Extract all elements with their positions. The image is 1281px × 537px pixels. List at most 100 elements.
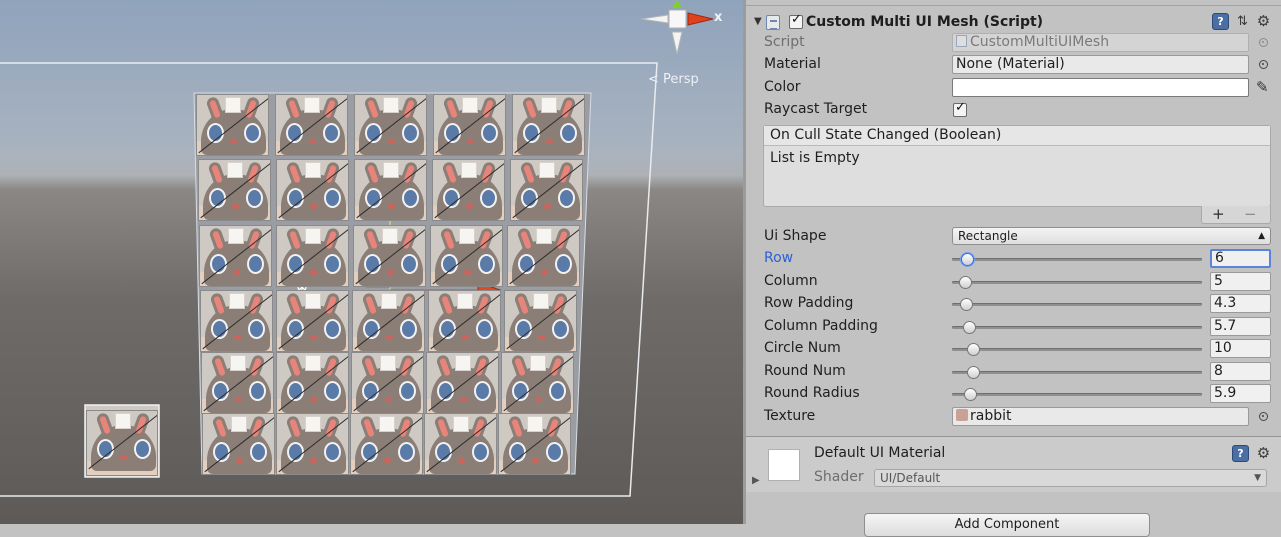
rabbit-tooth	[457, 293, 473, 309]
rabbit-tile[interactable]	[196, 94, 269, 156]
texture-field[interactable]: rabbit	[952, 407, 1249, 426]
rabbit-tile[interactable]	[353, 225, 426, 287]
rabbit-tile[interactable]	[432, 159, 505, 221]
material-help-icon[interactable]: ?	[1232, 445, 1249, 462]
slider-thumb[interactable]	[959, 276, 972, 289]
rabbit-tile[interactable]	[201, 352, 274, 414]
raycast-checkbox[interactable]: ✓	[953, 100, 967, 117]
event-empty-text: List is Empty	[770, 150, 860, 166]
rabbit-tile[interactable]	[198, 159, 271, 221]
rabbit-tile[interactable]	[350, 413, 423, 475]
rabbit-tile[interactable]	[433, 94, 506, 156]
color-label: Color	[764, 79, 801, 95]
slider-track[interactable]	[952, 303, 1202, 306]
rabbit-nose	[464, 270, 471, 275]
rabbit-tile[interactable]	[200, 290, 273, 352]
rabbit-tooth	[530, 355, 546, 371]
slider-value-field[interactable]: 10	[1210, 339, 1271, 358]
rabbit-nose	[538, 335, 545, 340]
ui-shape-dropdown[interactable]: Rectangle ▲	[952, 227, 1271, 245]
rabbit-tile[interactable]	[512, 94, 585, 156]
event-header: On Cull State Changed (Boolean)	[764, 126, 1270, 146]
rabbit-ear-left	[211, 414, 231, 442]
rabbit-nose	[236, 458, 243, 463]
add-event-button[interactable]: +	[1212, 205, 1225, 223]
rabbit-tile[interactable]	[276, 225, 349, 287]
help-icon[interactable]: ?	[1212, 13, 1229, 30]
rabbit-tile[interactable]	[276, 352, 349, 414]
rabbit-ear-right	[321, 291, 341, 319]
add-component-button[interactable]: Add Component	[864, 513, 1150, 537]
preset-icon[interactable]: ⇅	[1234, 13, 1251, 30]
rabbit-tile[interactable]	[351, 352, 424, 414]
slider-thumb[interactable]	[964, 388, 977, 401]
slider-track[interactable]	[952, 281, 1202, 284]
rabbit-tile[interactable]	[276, 290, 349, 352]
rabbit-ear-right	[557, 95, 577, 123]
rabbit-tile[interactable]	[202, 413, 275, 475]
rabbit-tile[interactable]	[507, 225, 580, 287]
slider-value-field[interactable]: 5.7	[1210, 317, 1271, 336]
rabbit-eye-right	[478, 254, 495, 274]
eyedropper-icon[interactable]: ✎	[1256, 78, 1269, 96]
rabbit-tile[interactable]	[430, 225, 503, 287]
shader-dropdown[interactable]: UI/Default ▼	[874, 469, 1267, 487]
rabbit-eye-right	[244, 123, 261, 143]
rabbit-tile[interactable]	[276, 413, 349, 475]
slider-thumb[interactable]	[960, 298, 973, 311]
rabbit-eye-right	[400, 319, 417, 339]
rabbit-eye-right	[134, 439, 151, 459]
rabbit-tile[interactable]	[428, 290, 501, 352]
slider-value-field[interactable]: 6	[1210, 249, 1271, 268]
rabbit-tile[interactable]	[504, 290, 577, 352]
material-field[interactable]: None (Material)	[952, 55, 1249, 74]
foldout-arrow-icon[interactable]: ▼	[754, 16, 762, 27]
rabbit-tile[interactable]	[275, 94, 348, 156]
rabbit-tile[interactable]	[510, 159, 583, 221]
remove-event-button[interactable]: −	[1244, 205, 1257, 223]
rabbit-tile[interactable]	[199, 225, 272, 287]
rabbit-ear-left	[285, 414, 305, 442]
slider-track[interactable]	[952, 326, 1202, 329]
material-foldout-icon[interactable]: ▶	[752, 475, 760, 486]
material-gear-icon[interactable]: ⚙	[1255, 445, 1272, 462]
slider-thumb[interactable]	[967, 343, 980, 356]
previous-component-edge	[746, 0, 1281, 6]
rabbit-tooth	[459, 228, 475, 244]
rabbit-ear-left	[205, 95, 225, 123]
component-header[interactable]: ▼ ✓ Custom Multi UI Mesh (Script) ? ⇅ ⚙	[746, 12, 1281, 34]
ui-shape-label: Ui Shape	[764, 228, 827, 244]
rabbit-tile[interactable]	[501, 352, 574, 414]
rabbit-ear-left	[442, 95, 462, 123]
rabbit-tile[interactable]	[354, 94, 427, 156]
rabbit-tile[interactable]	[426, 352, 499, 414]
rabbit-tile[interactable]	[352, 290, 425, 352]
rabbit-ear-left	[285, 160, 305, 188]
persp-label[interactable]: < Persp	[648, 72, 699, 87]
gear-icon[interactable]: ⚙	[1255, 13, 1272, 30]
slider-track[interactable]	[952, 371, 1202, 374]
rabbit-eye-right	[248, 319, 265, 339]
scene-view[interactable]: < Persp x	[0, 0, 743, 524]
rabbit-tile[interactable]	[498, 413, 571, 475]
slider-track[interactable]	[952, 348, 1202, 351]
slider-thumb[interactable]	[961, 253, 974, 266]
object-picker-icon	[1259, 38, 1268, 47]
texture-picker-icon[interactable]	[1259, 412, 1268, 421]
component-enabled-checkbox[interactable]: ✓	[789, 12, 803, 29]
single-rabbit-tile[interactable]	[86, 410, 158, 476]
slider-thumb[interactable]	[967, 366, 980, 379]
slider-value-field[interactable]: 5.9	[1210, 384, 1271, 403]
rabbit-tile[interactable]	[354, 159, 427, 221]
slider-thumb[interactable]	[963, 321, 976, 334]
color-swatch[interactable]	[952, 78, 1249, 97]
slider-track[interactable]	[952, 258, 1202, 261]
slider-value-field[interactable]: 8	[1210, 362, 1271, 381]
rabbit-tile[interactable]	[276, 159, 349, 221]
slider-value-field[interactable]: 5	[1210, 272, 1271, 291]
slider-track[interactable]	[952, 393, 1202, 396]
material-picker-icon[interactable]	[1259, 60, 1268, 69]
rabbit-ear-left	[519, 160, 539, 188]
rabbit-tile[interactable]	[424, 413, 497, 475]
slider-value-field[interactable]: 4.3	[1210, 294, 1271, 313]
